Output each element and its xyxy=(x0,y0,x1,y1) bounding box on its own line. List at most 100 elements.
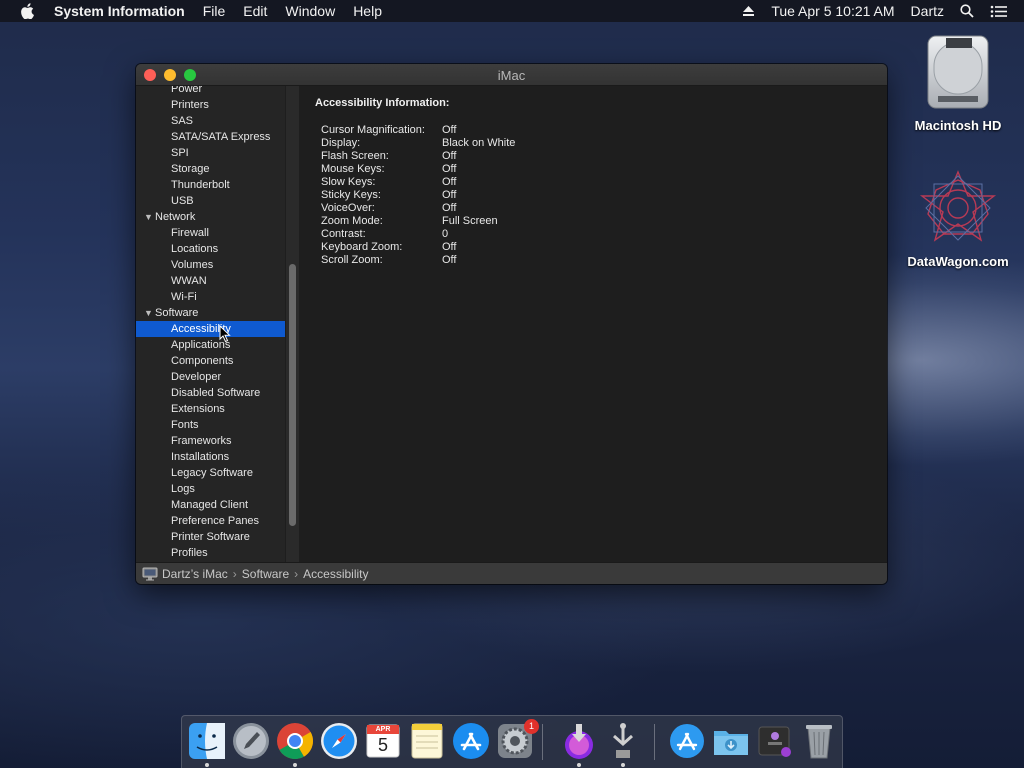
finder-icon[interactable] xyxy=(188,722,226,760)
info-value: Black on White xyxy=(442,137,516,149)
clock[interactable]: Tue Apr 5 10:21 AM xyxy=(771,3,894,19)
sidebar-item[interactable]: Fonts xyxy=(136,417,285,433)
info-value: Off xyxy=(442,124,457,136)
safari-icon[interactable] xyxy=(320,722,358,760)
breadcrumb-software[interactable]: Software xyxy=(242,567,289,581)
dock: APR 5 1 xyxy=(181,715,843,768)
info-value: Off xyxy=(442,241,457,253)
info-value: Off xyxy=(442,202,457,214)
sidebar-item[interactable]: Installations xyxy=(136,449,285,465)
sidebar-item[interactable]: Printers xyxy=(136,97,285,113)
app-store-icon[interactable] xyxy=(452,722,490,760)
window-title: iMac xyxy=(497,68,526,83)
sidebar-item[interactable]: Managed Client xyxy=(136,497,285,513)
trash-icon[interactable] xyxy=(800,722,838,760)
user-menu[interactable]: Dartz xyxy=(911,3,944,19)
mouse-pointer-icon xyxy=(219,324,231,348)
sidebar-category[interactable]: ▼ Software xyxy=(136,305,285,321)
category-sidebar[interactable]: Power Printers SAS SATA/SATA Express SPI Stor… xyxy=(136,86,285,562)
menu-bar: System Information File Edit Window Help… xyxy=(0,0,1024,22)
notification-center-icon[interactable] xyxy=(990,5,1008,18)
breadcrumb-accessibility[interactable]: Accessibility xyxy=(303,567,368,581)
sidebar-item-label: Profiles xyxy=(171,547,208,559)
hard-drive-icon xyxy=(918,32,998,112)
sidebar-item[interactable]: Power xyxy=(136,86,285,97)
utility-stack-icon[interactable] xyxy=(756,722,794,760)
sidebar-item[interactable]: Frameworks xyxy=(136,433,285,449)
window-titlebar[interactable]: iMac xyxy=(136,64,887,86)
system-information-icon[interactable] xyxy=(604,722,642,760)
sidebar-item[interactable]: SPI xyxy=(136,145,285,161)
desktop-icon-macintosh-hd[interactable]: Macintosh HD xyxy=(903,32,1013,133)
sidebar-item[interactable]: Firewall xyxy=(136,225,285,241)
info-key: Cursor Magnification: xyxy=(321,124,425,136)
info-key: Display: xyxy=(321,137,361,149)
sidebar-item[interactable]: Components xyxy=(136,353,285,369)
chrome-icon[interactable] xyxy=(276,722,314,760)
sidebar-item[interactable]: Accessibility xyxy=(136,321,285,337)
sidebar-item[interactable]: Storage xyxy=(136,161,285,177)
sidebar-item[interactable]: Volumes xyxy=(136,257,285,273)
menu-edit[interactable]: Edit xyxy=(243,3,267,19)
sidebar-item[interactable]: USB xyxy=(136,193,285,209)
eject-icon[interactable] xyxy=(742,5,755,17)
menu-file[interactable]: File xyxy=(203,3,226,19)
info-value: Off xyxy=(442,254,457,266)
sidebar-item[interactable]: WWAN xyxy=(136,273,285,289)
menu-window[interactable]: Window xyxy=(285,3,335,19)
sidebar-item[interactable]: Disabled Software xyxy=(136,385,285,401)
system-preferences-icon[interactable]: 1 xyxy=(496,719,539,760)
sidebar-item[interactable]: Thunderbolt xyxy=(136,177,285,193)
sidebar-item-label: USB xyxy=(171,195,194,207)
sidebar-item-label: Storage xyxy=(171,163,210,175)
sidebar-item[interactable]: SATA/SATA Express xyxy=(136,129,285,145)
sidebar-item-label: Logs xyxy=(171,483,195,495)
sidebar-item[interactable]: Applications xyxy=(136,337,285,353)
sidebar-item[interactable]: SAS xyxy=(136,113,285,129)
disclosure-triangle-icon[interactable]: ▼ xyxy=(144,305,153,321)
notes-icon[interactable] xyxy=(408,722,446,760)
downloads-folder-icon[interactable] xyxy=(712,722,750,760)
sidebar-item[interactable]: Wi-Fi xyxy=(136,289,285,305)
sidebar-item-label: Fonts xyxy=(171,419,199,431)
apple-menu-icon[interactable] xyxy=(20,3,40,19)
info-value: Off xyxy=(442,163,457,175)
dock-separator xyxy=(542,724,543,760)
breadcrumb: Dartz’s iMac › Software › Accessibility xyxy=(136,562,887,584)
sidebar-item[interactable]: Legacy Software xyxy=(136,465,285,481)
downloads-app-icon[interactable] xyxy=(560,722,598,760)
running-indicator xyxy=(621,763,625,767)
calendar-icon[interactable]: APR 5 xyxy=(364,722,402,760)
spotlight-search-icon[interactable] xyxy=(960,4,974,18)
system-information-window: iMac Power Printers SAS SATA/SATA Express SP… xyxy=(136,64,887,584)
menu-app-name[interactable]: System Information xyxy=(54,3,185,19)
sidebar-item[interactable]: Extensions xyxy=(136,401,285,417)
sidebar-item[interactable]: Locations xyxy=(136,241,285,257)
sidebar-item-label: Power xyxy=(171,86,203,95)
sidebar-category[interactable]: ▼ Network xyxy=(136,209,285,225)
desktop-icon-datawagon[interactable]: DataWagon.com xyxy=(903,168,1013,269)
sidebar-item[interactable]: Developer xyxy=(136,369,285,385)
disclosure-triangle-icon[interactable]: ▼ xyxy=(144,209,153,225)
sidebar-item[interactable]: Logs xyxy=(136,481,285,497)
sidebar-item-label: Printers xyxy=(171,99,209,111)
breadcrumb-computer[interactable]: Dartz’s iMac xyxy=(162,567,228,581)
sidebar-item-label: Firewall xyxy=(171,227,209,239)
applications-folder-icon[interactable] xyxy=(668,722,706,760)
sidebar-item-label: Volumes xyxy=(171,259,214,271)
running-indicator xyxy=(205,763,209,767)
sidebar-item-label: SPI xyxy=(171,147,189,159)
sidebar-item[interactable]: Printer Software xyxy=(136,529,285,545)
menu-help[interactable]: Help xyxy=(353,3,382,19)
sidebar-item-label: Locations xyxy=(171,243,219,255)
sidebar-item-label: SATA/SATA Express xyxy=(171,131,271,143)
sidebar-item[interactable]: Profiles xyxy=(136,545,285,561)
sidebar-item[interactable]: Preference Panes xyxy=(136,513,285,529)
info-key: Zoom Mode: xyxy=(321,215,383,227)
sidebar-scroll-thumb[interactable] xyxy=(289,264,296,526)
launchpad-icon[interactable] xyxy=(232,722,270,760)
info-value: Full Screen xyxy=(442,215,498,227)
breadcrumb-separator: › xyxy=(232,566,237,581)
sidebar-scrollbar[interactable] xyxy=(285,86,300,562)
detail-pane: Accessibility Information: Cursor Magnif… xyxy=(300,86,887,562)
